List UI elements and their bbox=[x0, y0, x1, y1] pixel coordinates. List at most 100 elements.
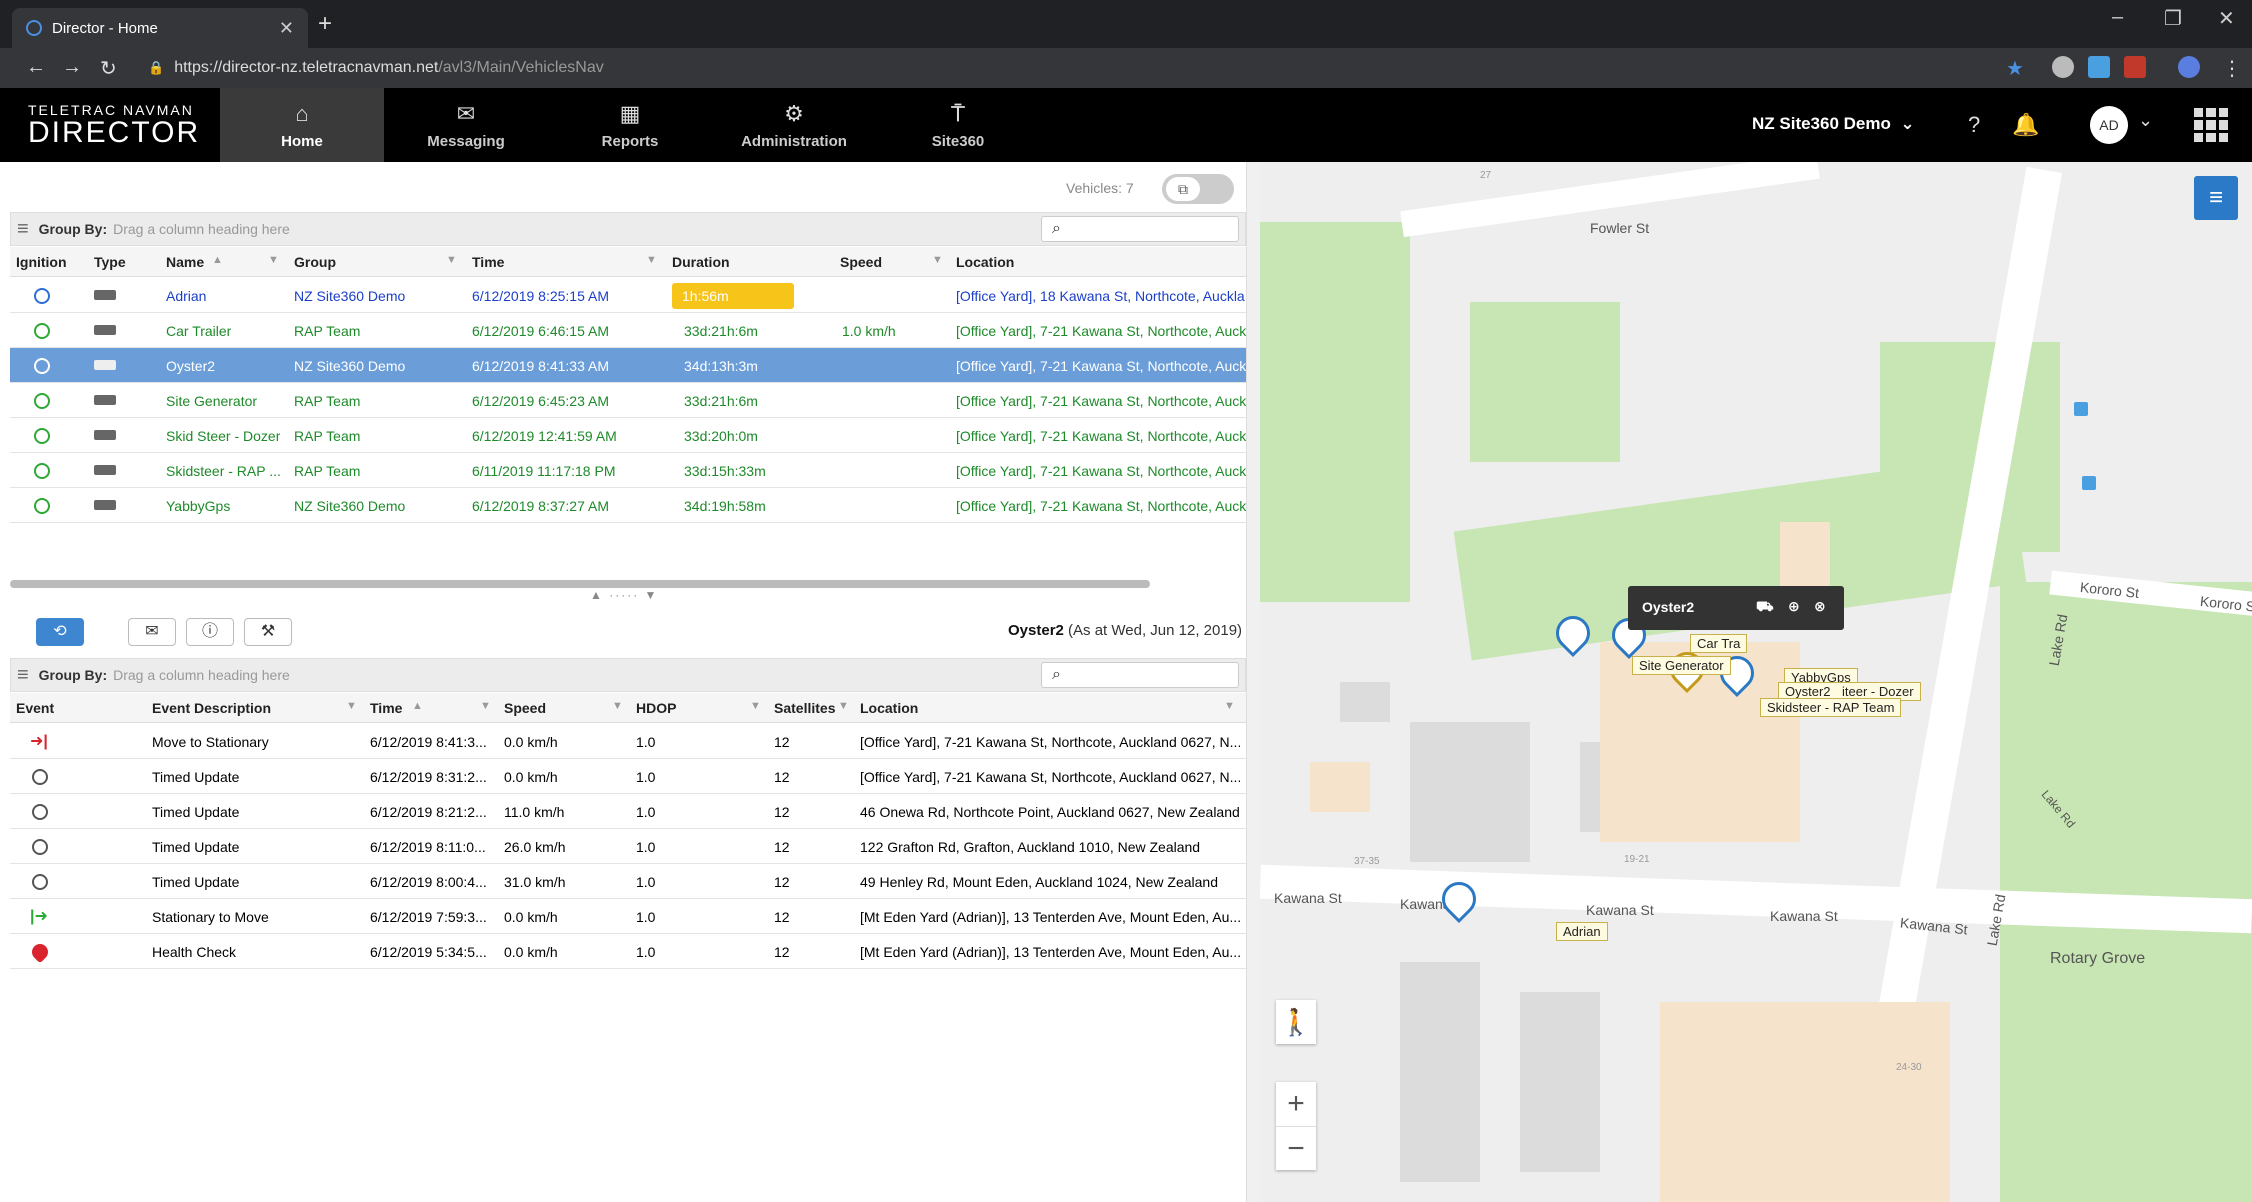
close-icon[interactable]: ⊗ bbox=[1814, 598, 1826, 615]
pane-splitter[interactable]: ▲ ····· ▼ bbox=[590, 588, 658, 602]
filter-icon[interactable]: ▼ bbox=[646, 254, 657, 266]
vehicle-name[interactable]: Skidsteer - RAP ... bbox=[166, 463, 281, 479]
col-type[interactable]: Type bbox=[94, 254, 126, 270]
table-row[interactable]: Timed Update 6/12/2019 8:31:2... 0.0 km/… bbox=[10, 759, 1246, 794]
events-search-input[interactable]: ⌕ bbox=[1041, 662, 1239, 688]
vehicle-name[interactable]: Skid Steer - Dozer bbox=[166, 428, 280, 444]
table-row[interactable]: Adrian NZ Site360 Demo 6/12/2019 8:25:15… bbox=[10, 278, 1246, 313]
table-row[interactable]: |➜ Stationary to Move 6/12/2019 7:59:3..… bbox=[10, 899, 1246, 934]
filter-icon[interactable]: ▼ bbox=[446, 254, 457, 266]
vehicles-search-input[interactable]: ⌕ bbox=[1041, 216, 1239, 242]
map-menu-icon[interactable]: ≡ bbox=[2194, 176, 2238, 220]
nav-site360[interactable]: ⍑ Site360 bbox=[876, 88, 1040, 162]
filter-icon[interactable]: ▼ bbox=[612, 700, 623, 712]
filter-icon[interactable]: ▼ bbox=[750, 700, 761, 712]
close-window-icon[interactable]: ✕ bbox=[2218, 6, 2235, 31]
account-selector[interactable]: NZ Site360 Demo ⌄ bbox=[1752, 114, 1915, 134]
vehicle-location[interactable]: [Office Yard], 7-21 Kawana St, Northcote… bbox=[956, 393, 1246, 409]
table-row-selected[interactable]: Oyster2 NZ Site360 Demo 6/12/2019 8:41:3… bbox=[10, 348, 1246, 383]
table-row[interactable]: Timed Update 6/12/2019 8:11:0... 26.0 km… bbox=[10, 829, 1246, 864]
info-button[interactable]: ⓘ bbox=[186, 618, 234, 646]
tools-button[interactable]: ⚒ bbox=[244, 618, 292, 646]
col-satellites[interactable]: Satellites bbox=[774, 700, 835, 716]
nav-administration[interactable]: ⚙ Administration bbox=[712, 88, 876, 162]
new-tab-icon[interactable]: + bbox=[318, 10, 332, 38]
table-row[interactable]: ➜| Move to Stationary 6/12/2019 8:41:3..… bbox=[10, 724, 1246, 759]
forward-icon[interactable]: → bbox=[62, 56, 82, 79]
horizontal-scrollbar[interactable] bbox=[10, 580, 1150, 588]
table-row[interactable]: Skidsteer - RAP ... RAP Team 6/11/2019 1… bbox=[10, 453, 1246, 488]
extension-icon[interactable] bbox=[2052, 56, 2074, 78]
vehicle-location[interactable]: [Office Yard], 7-21 Kawana St, Northcote… bbox=[956, 498, 1246, 514]
vehicle-name[interactable]: Site Generator bbox=[166, 393, 257, 409]
bell-icon[interactable]: 🔔 bbox=[2012, 112, 2039, 138]
zoom-in-button[interactable]: + bbox=[1276, 1082, 1316, 1126]
street-view-icon[interactable]: 🚶 bbox=[1276, 1000, 1316, 1044]
vehicle-location[interactable]: [Office Yard], 7-21 Kawana St, Northcote… bbox=[956, 463, 1246, 479]
col-group[interactable]: Group bbox=[294, 254, 336, 270]
expand-icon[interactable]: ⊕ bbox=[1788, 598, 1800, 615]
map-view[interactable]: Fowler St Kawana St Kawana St Kawana St … bbox=[1260, 162, 2252, 1202]
pane-divider[interactable] bbox=[1246, 162, 1260, 1202]
vehicle-name[interactable]: Oyster2 bbox=[166, 358, 215, 374]
col-name[interactable]: Name bbox=[166, 254, 204, 270]
vehicle-location[interactable]: [Office Yard], 7-21 Kawana St, Northcote… bbox=[956, 358, 1246, 374]
filter-icon[interactable]: ▼ bbox=[268, 254, 279, 266]
vehicle-name[interactable]: Car Trailer bbox=[166, 323, 231, 339]
restore-icon[interactable]: ❐ bbox=[2164, 6, 2182, 31]
reload-icon[interactable]: ↻ bbox=[100, 56, 117, 81]
browser-menu-icon[interactable]: ⋮ bbox=[2222, 56, 2242, 81]
profile-icon[interactable] bbox=[2178, 56, 2200, 78]
filter-icon[interactable]: ▼ bbox=[1224, 700, 1235, 712]
col-speed[interactable]: Speed bbox=[504, 700, 546, 716]
table-row[interactable]: Car Trailer RAP Team 6/12/2019 6:46:15 A… bbox=[10, 313, 1246, 348]
browser-tab[interactable]: Director - Home ✕ bbox=[12, 8, 308, 48]
messages-button[interactable]: ✉ bbox=[128, 618, 176, 646]
menu-icon[interactable]: ≡ bbox=[17, 664, 29, 687]
col-time[interactable]: Time bbox=[472, 254, 504, 270]
zoom-out-button[interactable]: − bbox=[1276, 1126, 1316, 1170]
vehicle-location[interactable]: [Office Yard], 7-21 Kawana St, Northcote… bbox=[956, 323, 1246, 339]
col-event[interactable]: Event bbox=[16, 700, 54, 716]
chevron-down-icon[interactable]: ⌄ bbox=[2138, 110, 2153, 131]
help-icon[interactable]: ? bbox=[1968, 112, 1980, 138]
close-tab-icon[interactable]: ✕ bbox=[279, 18, 294, 39]
vehicle-popup[interactable]: Oyster2 ⛟ ⊕ ⊗ bbox=[1628, 586, 1844, 630]
nav-reports[interactable]: ▦ Reports bbox=[548, 88, 712, 162]
col-location[interactable]: Location bbox=[956, 254, 1014, 270]
table-row[interactable]: Skid Steer - Dozer RAP Team 6/12/2019 12… bbox=[10, 418, 1246, 453]
col-location[interactable]: Location bbox=[860, 700, 918, 716]
nav-messaging[interactable]: ✉ Messaging bbox=[384, 88, 548, 162]
view-toggle[interactable]: ⧉ bbox=[1162, 174, 1234, 204]
col-hdop[interactable]: HDOP bbox=[636, 700, 676, 716]
minimize-icon[interactable]: – bbox=[2112, 6, 2123, 29]
table-row[interactable]: Site Generator RAP Team 6/12/2019 6:45:2… bbox=[10, 383, 1246, 418]
col-event-description[interactable]: Event Description bbox=[152, 700, 271, 716]
history-button[interactable]: ⟲ bbox=[36, 618, 84, 646]
vehicle-name[interactable]: YabbyGps bbox=[166, 498, 230, 514]
col-duration[interactable]: Duration bbox=[672, 254, 730, 270]
filter-icon[interactable]: ▼ bbox=[480, 700, 491, 712]
col-ignition[interactable]: Ignition bbox=[16, 254, 67, 270]
nav-home[interactable]: ⌂ Home bbox=[220, 88, 384, 162]
filter-icon[interactable]: ▼ bbox=[346, 700, 357, 712]
table-row[interactable]: YabbyGps NZ Site360 Demo 6/12/2019 8:37:… bbox=[10, 488, 1246, 523]
avatar[interactable]: AD bbox=[2090, 106, 2128, 144]
brand-logo[interactable]: TELETRAC NAVMAN DIRECTOR bbox=[28, 102, 200, 148]
filter-icon[interactable]: ▼ bbox=[838, 700, 849, 712]
bus-stop-icon[interactable] bbox=[2074, 402, 2088, 416]
table-row[interactable]: Timed Update 6/12/2019 8:21:2... 11.0 km… bbox=[10, 794, 1246, 829]
table-row[interactable]: Timed Update 6/12/2019 8:00:4... 31.0 km… bbox=[10, 864, 1246, 899]
url-field[interactable]: 🔒 https://director-nz.teletracnavman.net… bbox=[148, 54, 1988, 82]
vehicle-name[interactable]: Adrian bbox=[166, 288, 206, 304]
filter-icon[interactable]: ▼ bbox=[932, 254, 943, 266]
pdf-extension-icon[interactable] bbox=[2124, 56, 2146, 78]
menu-icon[interactable]: ≡ bbox=[17, 218, 29, 241]
bookmark-star-icon[interactable]: ★ bbox=[2006, 56, 2024, 81]
bus-stop-icon[interactable] bbox=[2082, 476, 2096, 490]
app-launcher-icon[interactable] bbox=[2194, 108, 2228, 142]
vehicle-location[interactable]: [Office Yard], 7-21 Kawana St, Northcote… bbox=[956, 428, 1246, 444]
table-row[interactable]: Health Check 6/12/2019 5:34:5... 0.0 km/… bbox=[10, 934, 1246, 969]
col-speed[interactable]: Speed bbox=[840, 254, 882, 270]
col-time[interactable]: Time bbox=[370, 700, 402, 716]
